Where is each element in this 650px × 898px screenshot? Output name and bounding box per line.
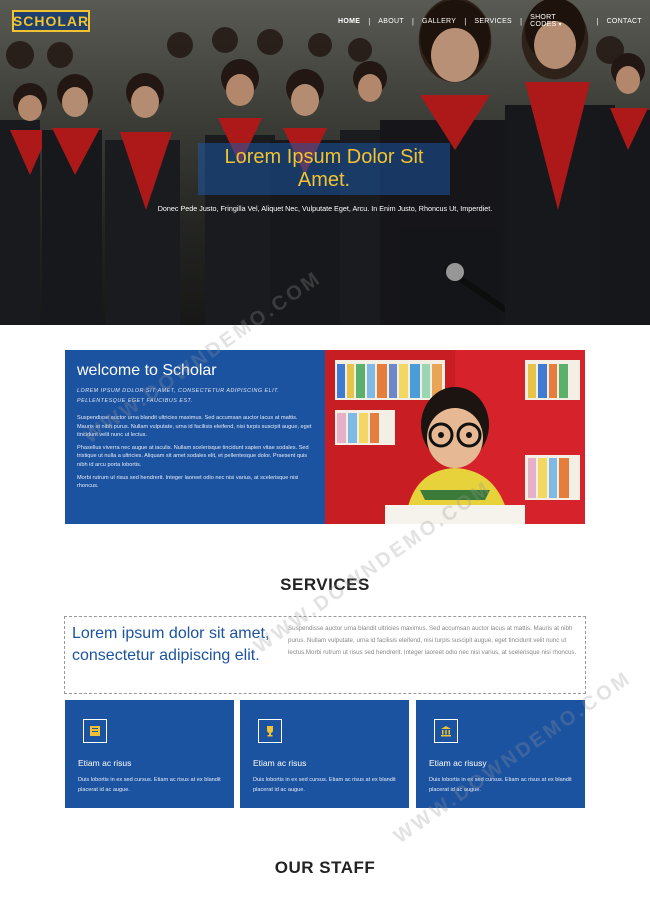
service-card-description: Duis lobortis in ex sed cursus. Etiam ac… — [78, 777, 221, 793]
main-nav: HOME | ABOUT | GALLERY | SERVICES | SHOR… — [330, 14, 650, 28]
book-icon — [83, 719, 107, 743]
nav-contact[interactable]: CONTACT — [599, 18, 650, 25]
services-lead: Lorem ipsum dolor sit amet, consectetur … — [72, 625, 270, 664]
boy-with-glasses-image — [325, 350, 585, 524]
service-card-description: Duis lobortis in ex sed cursus. Etiam ac… — [253, 777, 396, 793]
service-card[interactable]: Etiam ac risus Duis lobortis in ex sed c… — [65, 700, 234, 808]
services-cards: Etiam ac risus Duis lobortis in ex sed c… — [65, 700, 585, 808]
nav-divider: | — [411, 16, 414, 26]
staff-heading: OUR STAFF — [274, 858, 376, 877]
services-description: Suspendisse auctor urna blandit ultricie… — [288, 625, 577, 656]
service-card-title: Etiam ac risus — [78, 758, 132, 768]
welcome-paragraph: Phasellus viverra nec augue at iaculis. … — [77, 444, 309, 468]
service-card-title: Etiam ac risus — [253, 758, 307, 768]
nav-divider: | — [520, 16, 523, 26]
caret-down-icon: ▾ — [558, 22, 562, 28]
service-card[interactable]: Etiam ac risus Duis lobortis in ex sed c… — [240, 700, 409, 808]
nav-about[interactable]: ABOUT — [370, 18, 412, 25]
hero-subtitle: Donec Pede Justo, Fringilla Vel, Aliquet… — [157, 204, 493, 213]
nav-gallery[interactable]: GALLERY — [414, 18, 464, 25]
services-intro-box: Lorem ipsum dolor sit amet, consectetur … — [64, 616, 586, 694]
service-card-description: Duis lobortis in ex sed cursus. Etiam ac… — [429, 777, 572, 793]
hero-banner: SCHOLAR HOME | ABOUT | GALLERY | SERVICE… — [0, 0, 650, 325]
trophy-icon — [258, 719, 282, 743]
nav-short-codes-label: SHORT CODES — [530, 14, 557, 28]
service-card-title: Etiam ac risusy — [429, 758, 487, 768]
nav-divider: | — [596, 16, 599, 26]
welcome-paragraph: Suspendisse auctor urna blandit ultricie… — [77, 415, 312, 439]
welcome-text-panel: welcome to Scholar Lorem ipsum dolor sit… — [65, 350, 325, 524]
service-card[interactable]: Etiam ac risusy Duis lobortis in ex sed … — [416, 700, 585, 808]
bank-icon — [434, 719, 458, 743]
welcome-title: welcome to Scholar — [77, 362, 217, 379]
welcome-photo — [325, 350, 585, 524]
welcome-tagline: Lorem ipsum dolor sit amet, consectetur … — [77, 388, 280, 404]
services-heading: SERVICES — [280, 575, 370, 594]
site-logo[interactable]: SCHOLAR — [12, 10, 90, 32]
nav-divider: | — [368, 16, 371, 26]
nav-services[interactable]: SERVICES — [466, 18, 520, 25]
hero-title: Lorem Ipsum Dolor Sit Amet. — [224, 146, 424, 191]
nav-home[interactable]: HOME — [330, 18, 368, 25]
welcome-section: welcome to Scholar Lorem ipsum dolor sit… — [65, 350, 585, 524]
welcome-paragraph: Morbi rutrum ut risus sed hendrerit. Int… — [77, 474, 299, 490]
nav-divider: | — [464, 16, 467, 26]
nav-short-codes[interactable]: SHORT CODES ▾ — [522, 14, 596, 28]
page: SCHOLAR HOME | ABOUT | GALLERY | SERVICE… — [0, 0, 650, 898]
